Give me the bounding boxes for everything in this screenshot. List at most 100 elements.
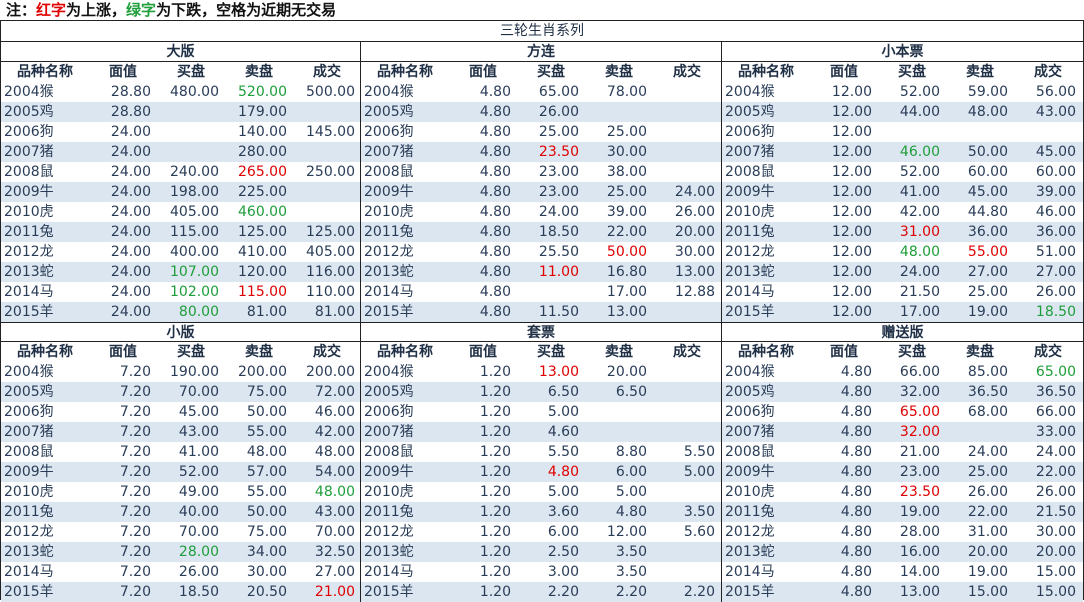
table-cell: 68.00	[967, 404, 1008, 420]
table-cell: 52.00	[899, 164, 940, 180]
table-row: 2012龙 4.80 25.50 50.00 30.00	[361, 242, 721, 262]
table-cell: 15.00	[1035, 564, 1076, 580]
table-cell: 2.20	[683, 584, 715, 600]
table-row: 2015羊 12.00 17.00 19.00 18.50	[722, 302, 1083, 322]
table-cell: 45.00	[178, 404, 219, 420]
table-cell: 2010虎	[4, 484, 54, 500]
table-cell	[585, 102, 653, 122]
table-cell: 2014马	[364, 564, 414, 580]
table-cell: 30.00	[1035, 524, 1076, 540]
column-header: 卖盘	[966, 64, 994, 80]
table-cell: 1.20	[479, 564, 511, 580]
column-header: 成交	[1034, 64, 1062, 80]
table-row: 2010虎 4.80 23.50 26.00 26.00	[722, 482, 1083, 502]
table-cell: 7.20	[119, 384, 151, 400]
table-cell: 4.80	[479, 84, 511, 100]
table-cell: 27.00	[314, 564, 355, 580]
column-header-row: 品种名称 面值 买盘 卖盘 成交	[361, 62, 721, 82]
table-cell: 2014马	[725, 564, 775, 580]
table-cell	[653, 302, 721, 322]
table-cell	[585, 402, 653, 422]
table-cell: 65.00	[899, 404, 940, 420]
table-cell	[653, 542, 721, 562]
table-cell: 1.20	[479, 424, 511, 440]
table-row: 2015羊 4.80 13.00 15.00 15.00	[722, 582, 1083, 602]
table-cell: 2009牛	[364, 184, 414, 200]
table-cell: 1.20	[479, 364, 511, 380]
column-header: 面值	[469, 344, 497, 360]
panel-title: 小版	[1, 322, 360, 342]
table-cell: 2006狗	[364, 404, 414, 420]
table-cell: 460.00	[238, 204, 287, 220]
table-cell: 280.00	[238, 144, 287, 160]
table-cell: 4.80	[840, 524, 872, 540]
table-cell: 24.00	[110, 164, 151, 180]
table-row: 2008鼠 4.80 23.00 38.00	[361, 162, 721, 182]
table-row: 2005鸡 7.20 70.00 75.00 72.00	[1, 382, 360, 402]
table-cell: 41.00	[899, 184, 940, 200]
column-header: 卖盘	[245, 64, 273, 80]
table-row: 2011兔 7.20 40.00 50.00 43.00	[1, 502, 360, 522]
table-cell: 5.50	[547, 444, 579, 460]
table-cell: 2005鸡	[364, 104, 414, 120]
column-header: 成交	[673, 344, 701, 360]
table-cell: 240.00	[170, 164, 219, 180]
column-header: 品种名称	[377, 64, 433, 80]
table-cell: 2012龙	[4, 524, 54, 540]
table-cell: 7.20	[119, 544, 151, 560]
table-cell: 2.20	[615, 584, 647, 600]
table-cell: 13.00	[538, 364, 579, 380]
table-cell: 5.00	[683, 464, 715, 480]
table-cell: 5.00	[547, 484, 579, 500]
table-cell	[653, 362, 721, 382]
table-cell: 12.00	[606, 524, 647, 540]
table-cell	[293, 102, 361, 122]
table-row: 2013蛇 4.80 11.00 16.80 13.00	[361, 262, 721, 282]
column-header: 买盘	[898, 344, 926, 360]
table-cell: 2005鸡	[725, 384, 775, 400]
column-header-row: 品种名称 面值 买盘 卖盘 成交	[1, 62, 360, 82]
table-cell: 52.00	[178, 464, 219, 480]
table-row: 2007猪 4.80 23.50 30.00	[361, 142, 721, 162]
table-cell	[653, 82, 721, 102]
table-row: 2015羊 24.00 80.00 81.00 81.00	[1, 302, 360, 322]
table-cell: 15.00	[967, 584, 1008, 600]
table-cell: 20.00	[967, 544, 1008, 560]
table-cell: 24.00	[1035, 444, 1076, 460]
table-row: 2012龙 4.80 28.00 31.00 30.00	[722, 522, 1083, 542]
table-cell: 2.50	[547, 544, 579, 560]
table-row: 2007猪 24.00 280.00	[1, 142, 360, 162]
table-cell: 2012龙	[4, 244, 54, 260]
table-cell: 2008鼠	[725, 444, 775, 460]
price-panel: 小版 品种名称 面值 买盘 卖盘 成交 2004猴 7.20 190.00 200.00 200.0…	[1, 322, 361, 602]
table-cell: 18.50	[1035, 304, 1076, 320]
price-panel: 大版 品种名称 面值 买盘 卖盘 成交 2004猴 28.80 480.00 520.00 500.…	[1, 42, 361, 322]
table-row: 2010虎 24.00 405.00 460.00	[1, 202, 360, 222]
sheet-title: 三轮生肖系列	[1, 21, 1083, 42]
table-cell: 31.00	[967, 524, 1008, 540]
table-cell: 19.00	[967, 304, 1008, 320]
table-row: 2015羊 4.80 11.50 13.00	[361, 302, 721, 322]
table-cell: 4.80	[479, 104, 511, 120]
table-row: 2013蛇 24.00 107.00 120.00 116.00	[1, 262, 360, 282]
table-cell: 44.80	[967, 204, 1008, 220]
table-cell: 81.00	[246, 304, 287, 320]
table-cell: 28.80	[110, 104, 151, 120]
column-header: 面值	[469, 64, 497, 80]
table-cell: 43.00	[178, 424, 219, 440]
table-cell: 33.00	[1035, 424, 1076, 440]
table-cell: 4.80	[479, 244, 511, 260]
table-cell: 4.80	[840, 484, 872, 500]
table-cell: 2009牛	[725, 464, 775, 480]
table-cell: 2011兔	[4, 224, 54, 240]
table-row: 2012龙 12.00 48.00 55.00 51.00	[722, 242, 1083, 262]
table-cell: 1.20	[479, 464, 511, 480]
table-row: 2011兔 4.80 18.50 22.00 20.00	[361, 222, 721, 242]
table-cell: 2006狗	[4, 404, 54, 420]
table-cell: 75.00	[246, 524, 287, 540]
table-cell: 2012龙	[364, 244, 414, 260]
table-cell: 24.00	[110, 124, 151, 140]
table-cell: 50.00	[606, 244, 647, 260]
table-cell: 1.20	[479, 544, 511, 560]
table-row: 2010虎 12.00 42.00 44.80 46.00	[722, 202, 1083, 222]
